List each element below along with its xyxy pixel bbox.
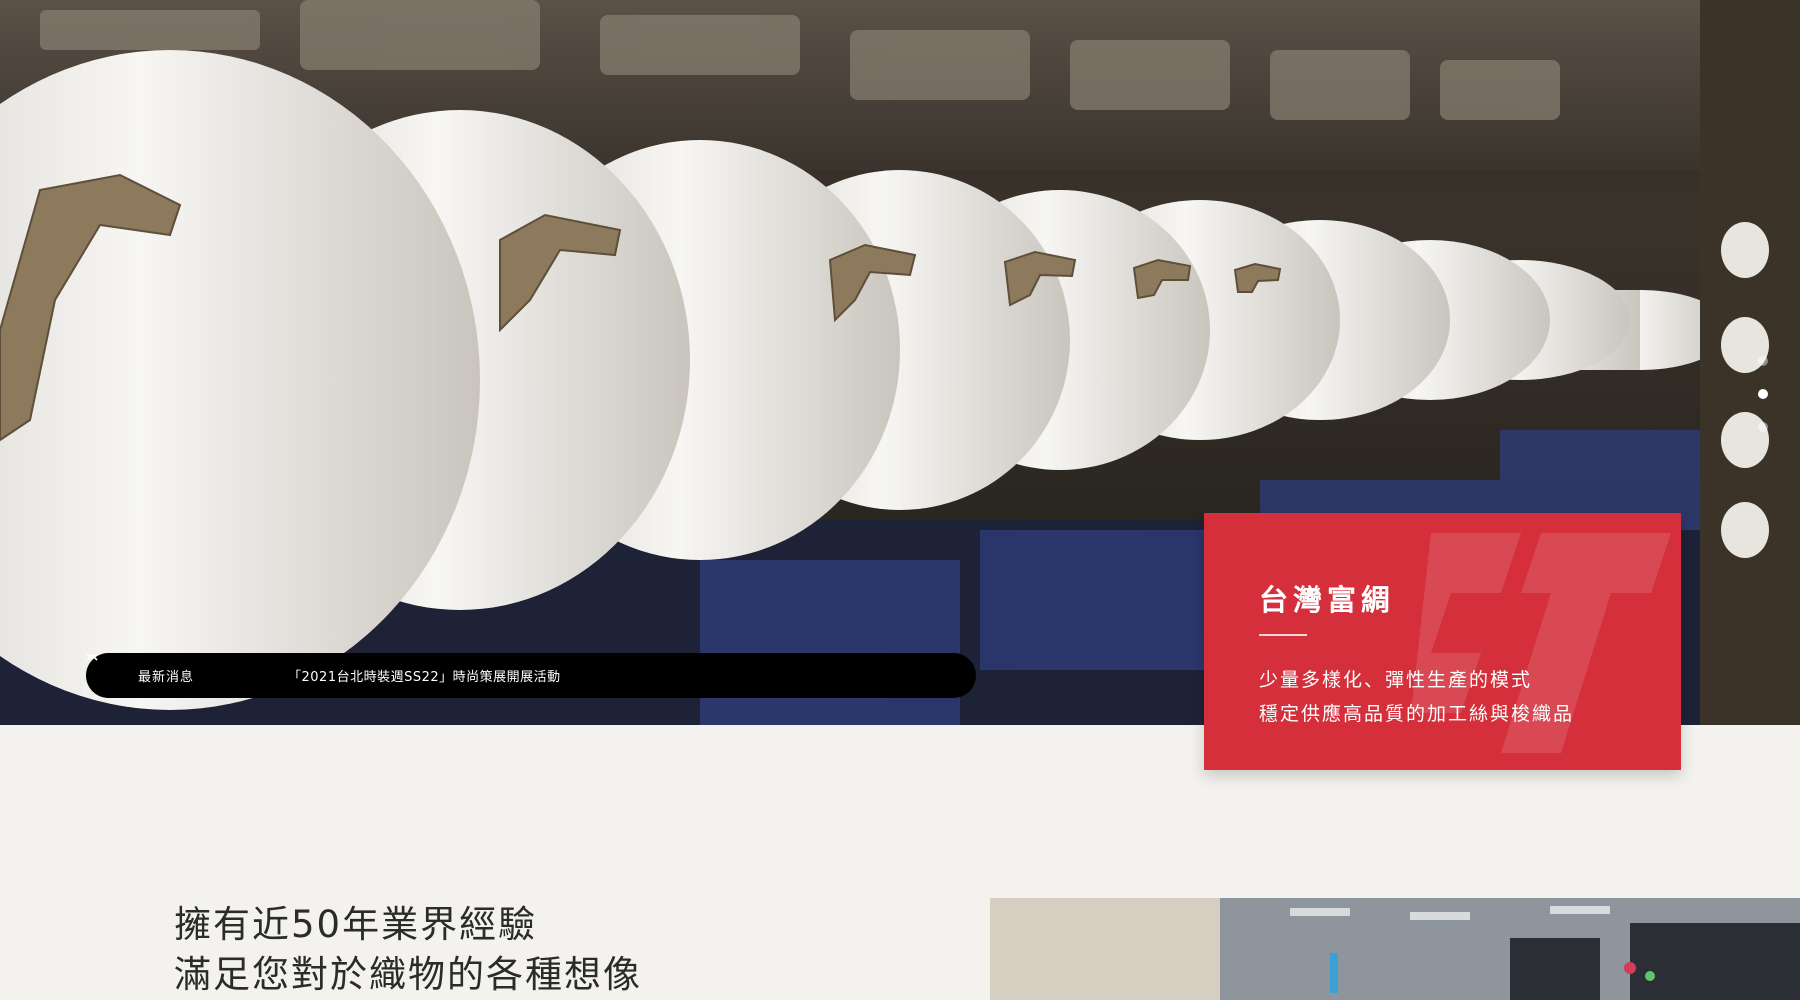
about-headline-line-1: 擁有近50年業界經驗 [174,903,538,946]
news-ticker: 最新消息 「2021台北時裝週SS22」時尚策展開展活動 [86,653,976,698]
news-headline-link[interactable]: 「2021台北時裝週SS22」時尚策展開展活動 [288,666,561,685]
intro-card: 台灣富綢 少量多樣化、彈性生產的模式 穩定供應高品質的加工絲與梭織品 [1204,513,1681,770]
factory-photo [990,898,1800,1000]
chevron-down-icon[interactable] [86,653,98,661]
slide-dot-3[interactable] [1758,422,1768,432]
news-label: 最新消息 [138,670,195,685]
card-divider [1259,634,1307,636]
card-tagline-1: 少量多樣化、彈性生產的模式 [1259,669,1533,691]
about-headline-line-2: 滿足您對於織物的各種想像 [174,953,642,996]
news-navigation[interactable] [86,653,268,690]
card-tagline-2: 穩定供應高品質的加工絲與梭織品 [1259,703,1575,725]
factory-floor-image [990,898,1800,1000]
logo-watermark-icon [1411,533,1671,753]
about-headline: 擁有近50年業界經驗 滿足您對於織物的各種想像 [174,900,642,1000]
slide-pagination [1758,356,1770,455]
card-title: 台灣富綢 [1259,583,1396,617]
slide-dot-2[interactable] [1758,389,1768,399]
slide-dot-1[interactable] [1758,356,1768,366]
